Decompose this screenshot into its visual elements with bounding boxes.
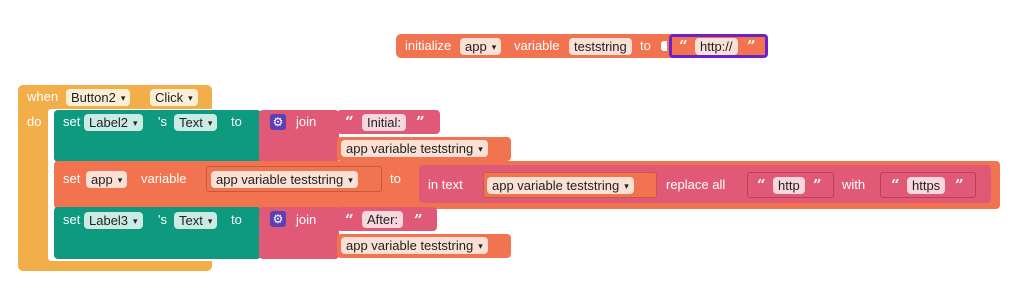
scope-dropdown[interactable]: app bbox=[86, 171, 128, 188]
event-dropdown[interactable]: Click bbox=[150, 89, 198, 106]
set-label: set bbox=[63, 212, 81, 227]
possessive-label: 's bbox=[158, 114, 167, 129]
variable-label: variable bbox=[141, 171, 187, 186]
quote-close-icon: ” bbox=[813, 176, 822, 194]
quote-open-icon: “ bbox=[345, 113, 354, 131]
quote-open-icon: “ bbox=[757, 176, 766, 194]
getter-dropdown[interactable]: app variable teststring bbox=[341, 140, 488, 157]
to-label: to bbox=[640, 38, 651, 53]
with-label: with bbox=[842, 177, 866, 192]
scope-dropdown[interactable]: app bbox=[460, 38, 502, 55]
getter-dropdown[interactable]: app variable teststring bbox=[341, 237, 488, 254]
join-label: join bbox=[296, 114, 317, 129]
target-variable-dropdown[interactable]: app variable teststring bbox=[211, 171, 358, 188]
quote-open-icon: “ bbox=[891, 176, 900, 194]
source-getter-dropdown[interactable]: app variable teststring bbox=[487, 177, 634, 194]
quote-close-icon: ” bbox=[416, 113, 425, 131]
input-socket bbox=[661, 41, 667, 51]
text-literal-field[interactable]: After: bbox=[362, 211, 404, 228]
label3-dropdown[interactable]: Label3 bbox=[84, 212, 143, 229]
component-dropdown[interactable]: Button2 bbox=[66, 89, 131, 106]
possessive-label: 's bbox=[158, 212, 167, 227]
replacement-field[interactable]: https bbox=[907, 177, 946, 194]
quote-close-icon: ” bbox=[747, 37, 756, 55]
property-dropdown[interactable]: Text bbox=[174, 114, 218, 131]
property-dropdown[interactable]: Text bbox=[174, 212, 218, 229]
to-label: to bbox=[231, 114, 242, 129]
to-label: to bbox=[231, 212, 242, 227]
set-label: set bbox=[63, 171, 81, 186]
do-label: do bbox=[27, 114, 42, 129]
replace-all-label: replace all bbox=[666, 177, 726, 192]
in-text-label: in text bbox=[428, 177, 463, 192]
gear-icon[interactable]: ⚙ bbox=[270, 211, 286, 227]
segment-field[interactable]: http bbox=[773, 177, 805, 194]
when-label: when bbox=[27, 89, 59, 104]
initialize-label: initialize bbox=[405, 38, 452, 53]
label2-dropdown[interactable]: Label2 bbox=[84, 114, 143, 131]
quote-open-icon: “ bbox=[679, 37, 688, 55]
gear-icon[interactable]: ⚙ bbox=[270, 114, 286, 130]
quote-close-icon: ” bbox=[955, 176, 964, 194]
text-literal-field[interactable]: http:// bbox=[695, 38, 738, 55]
variable-label: variable bbox=[514, 38, 560, 53]
quote-open-icon: “ bbox=[345, 211, 354, 229]
text-literal-field[interactable]: Initial: bbox=[362, 114, 406, 131]
quote-close-icon: ” bbox=[414, 211, 423, 229]
variable-name-field[interactable]: teststring bbox=[569, 38, 632, 55]
set-label: set bbox=[63, 114, 81, 129]
to-label: to bbox=[390, 171, 401, 186]
join-label: join bbox=[296, 212, 317, 227]
